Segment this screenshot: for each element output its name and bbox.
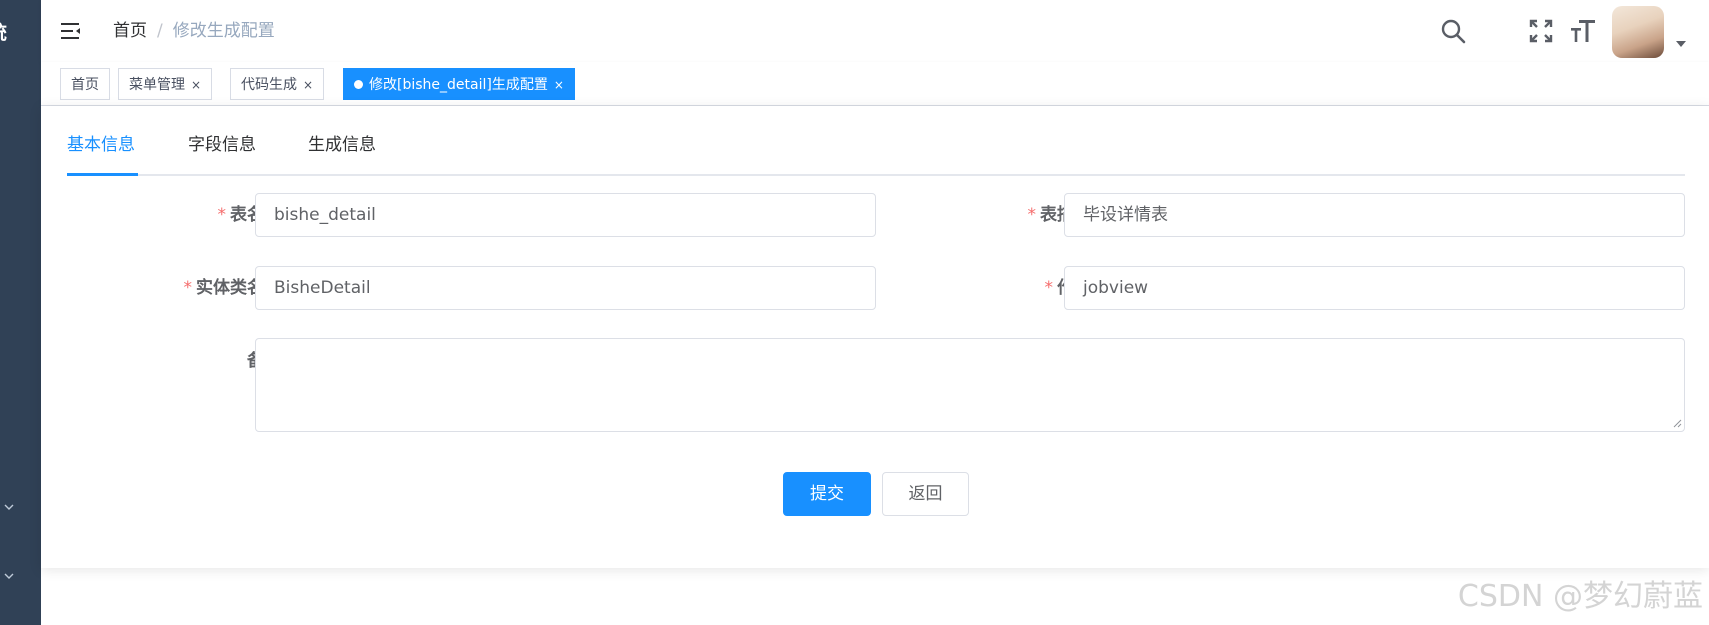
required-mark: * [183, 278, 193, 298]
fullscreen-icon[interactable] [1527, 17, 1555, 45]
author-label: *作者 [891, 266, 1092, 310]
close-icon[interactable]: × [303, 78, 313, 92]
font-size-icon[interactable] [1569, 17, 1597, 45]
caret-down-icon[interactable] [1675, 40, 1687, 48]
tag-menu-management[interactable]: 菜单管理 × [118, 68, 213, 100]
submit-button[interactable]: 提交 [783, 472, 871, 516]
tags-view: 首页 菜单管理 × 代码生成 × 修改[bishe_detail]生成配置 × [41, 62, 1709, 106]
search-icon[interactable] [1439, 17, 1467, 45]
table-name-label: *表名称 [81, 193, 282, 237]
active-dot-icon [354, 79, 363, 89]
tag-label: 菜单管理 [129, 77, 185, 93]
author-input[interactable]: jobview [1064, 266, 1685, 310]
class-name-input[interactable]: BisheDetail [255, 266, 876, 310]
resize-grip-icon[interactable] [1672, 418, 1682, 428]
avatar[interactable] [1612, 6, 1664, 58]
tag-code-generation[interactable]: 代码生成 × [230, 68, 325, 100]
sidebar-logo-text: 统 [0, 18, 7, 45]
breadcrumb-separator: / [157, 21, 163, 41]
tag-edit-gen-config[interactable]: 修改[bishe_detail]生成配置 × [343, 68, 575, 100]
active-tab-indicator [67, 173, 138, 176]
table-comment-label: *表描述 [891, 193, 1092, 237]
navbar: 首页 / 修改生成配置 [41, 0, 1709, 62]
table-comment-input[interactable]: 毕设详情表 [1064, 193, 1685, 237]
required-mark: * [1044, 278, 1054, 298]
tabs: 基本信息 字段信息 生成信息 [67, 134, 1685, 176]
tag-label: 代码生成 [241, 77, 297, 93]
tag-label: 修改[bishe_detail]生成配置 [369, 77, 548, 93]
tab-field-info[interactable]: 字段信息 [188, 134, 256, 156]
tag-home[interactable]: 首页 [60, 68, 110, 100]
watermark: CSDN @梦幻蔚蓝 [1457, 579, 1703, 614]
tab-basic-info[interactable]: 基本信息 [67, 134, 135, 156]
required-mark: * [217, 205, 227, 225]
required-mark: * [1027, 205, 1037, 225]
remark-textarea[interactable] [255, 338, 1685, 432]
breadcrumb: 首页 / 修改生成配置 [113, 20, 275, 42]
close-icon[interactable]: × [191, 78, 201, 92]
sidebar: 统 [0, 0, 41, 625]
chevron-down-icon[interactable] [2, 569, 16, 583]
hamburger-icon[interactable] [60, 20, 82, 42]
class-name-label: * 实体类名称 [81, 266, 282, 310]
tag-label: 首页 [71, 77, 99, 93]
remark-label: 备注 [81, 339, 281, 383]
chevron-down-icon[interactable] [2, 500, 16, 514]
breadcrumb-current: 修改生成配置 [172, 21, 275, 41]
main-card: 基本信息 字段信息 生成信息 *表名称 bishe_detail *表描述 毕设… [41, 106, 1709, 568]
back-button[interactable]: 返回 [882, 472, 969, 516]
close-icon[interactable]: × [554, 78, 564, 92]
tab-gen-info[interactable]: 生成信息 [308, 134, 376, 156]
breadcrumb-home[interactable]: 首页 [113, 21, 147, 41]
table-name-input[interactable]: bishe_detail [255, 193, 876, 237]
